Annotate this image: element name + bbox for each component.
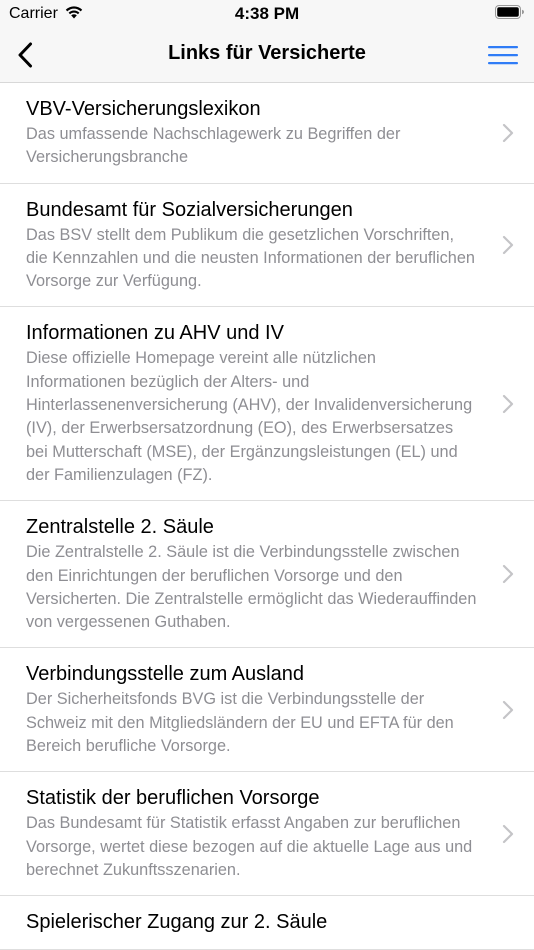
list-item-zentralstelle[interactable]: Zentralstelle 2. Säule Die Zentralstelle… bbox=[0, 501, 534, 649]
list-item-vbv-lexikon[interactable]: VBV-Versicherungslexikon Das umfassende … bbox=[0, 83, 534, 184]
navigation-bar: Links für Versicherte bbox=[0, 28, 534, 83]
status-time: 4:38 PM bbox=[234, 4, 300, 23]
item-title: Informationen zu AHV und IV bbox=[26, 322, 284, 345]
item-description: Der Sicherheitsfonds BVG ist die Verbind… bbox=[26, 690, 454, 756]
hamburger-menu-icon bbox=[488, 46, 518, 65]
item-description: Das BSV stellt dem Publikum die gesetzli… bbox=[26, 225, 475, 291]
list-item-statistik[interactable]: Statistik der beruflichen Vorsorge Das B… bbox=[0, 772, 534, 897]
item-title: Zentralstelle 2. Säule bbox=[26, 516, 214, 539]
item-title: Bundesamt für Sozialversicherungen bbox=[26, 198, 353, 221]
list-item-verbindungsstelle[interactable]: Verbindungsstelle zum Ausland Der Sicher… bbox=[0, 648, 534, 773]
item-description: Diese offizielle Homepage vereint alle n… bbox=[26, 349, 473, 484]
item-title: Verbindungsstelle zum Ausland bbox=[26, 663, 304, 686]
page-title: Links für Versicherte bbox=[168, 42, 366, 64]
item-title: VBV-Versicherungslexikon bbox=[26, 98, 261, 120]
item-title: Statistik der beruflichen Vorsorge bbox=[26, 787, 320, 810]
menu-button[interactable] bbox=[486, 42, 520, 68]
chevron-right-icon bbox=[502, 123, 514, 142]
chevron-right-icon bbox=[502, 824, 514, 843]
chevron-right-icon bbox=[502, 235, 514, 255]
item-description: Die Zentralstelle 2. Säule ist die Verbi… bbox=[26, 543, 477, 632]
status-bar: Carrier 4:38 PM bbox=[0, 0, 534, 28]
item-title: Spielerischer Zugang zur 2. Säule bbox=[26, 911, 328, 934]
item-description: Das Bundesamt für Statistik erfasst Anga… bbox=[26, 814, 473, 879]
chevron-right-icon bbox=[502, 700, 514, 719]
list-item-spielerischer-zugang[interactable]: Spielerischer Zugang zur 2. Säule bbox=[0, 896, 534, 950]
item-description: Das umfassende Nachschlagewerk zu Begrif… bbox=[26, 125, 401, 167]
battery-icon bbox=[495, 5, 524, 19]
chevron-right-icon bbox=[502, 565, 514, 584]
list-item-ahv-iv[interactable]: Informationen zu AHV und IV Diese offizi… bbox=[0, 307, 534, 502]
chevron-right-icon bbox=[502, 394, 514, 413]
links-list: VBV-Versicherungslexikon Das umfassende … bbox=[0, 83, 534, 950]
list-item-bsv[interactable]: Bundesamt für Sozialversicherungen Das B… bbox=[0, 184, 534, 308]
